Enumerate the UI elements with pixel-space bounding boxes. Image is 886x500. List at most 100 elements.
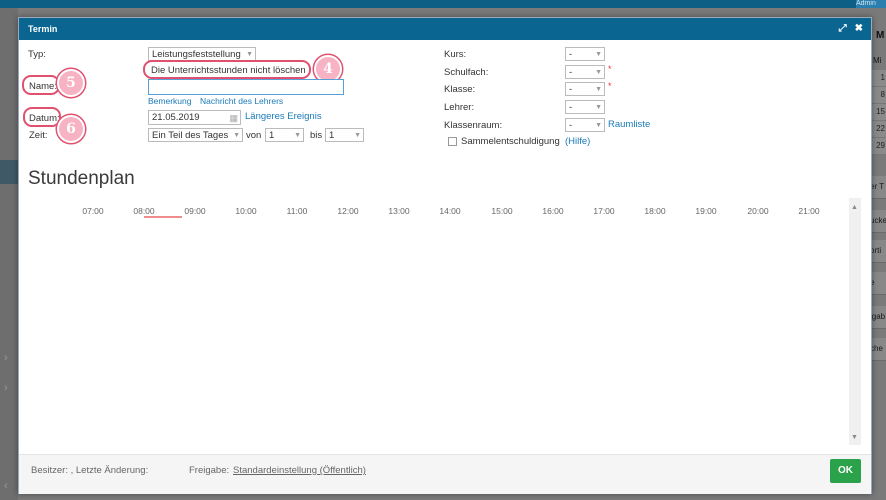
hour-label: 07:00 — [82, 206, 104, 216]
calendar-day[interactable]: 1 — [870, 70, 886, 87]
nachricht-link[interactable]: Nachricht des Lehrers — [200, 96, 283, 106]
chevron-down-icon: ▼ — [595, 86, 602, 93]
hour-label: 10:00 — [235, 206, 257, 216]
calendar-month-header: M — [876, 30, 885, 41]
hour-label: 15:00 — [491, 206, 513, 216]
admin-menu[interactable]: Admin — [856, 0, 886, 8]
zeit-select-value: Ein Teil des Tages — [152, 130, 229, 141]
hour-label: 19:00 — [695, 206, 717, 216]
bis-label: bis — [310, 130, 323, 141]
kurs-select-value: - — [569, 49, 573, 60]
schulfach-select[interactable]: - ▼ — [565, 65, 605, 79]
schulfach-label: Schulfach: — [444, 67, 489, 78]
stundenplan-timeline[interactable]: 07:00 08:00 09:00 10:00 11:00 12:00 13:0… — [28, 198, 861, 445]
von-select[interactable]: 1 ▼ — [265, 128, 304, 142]
chevron-down-icon: ▼ — [595, 69, 602, 76]
sammelentschuldigung-label: Sammelentschuldigung — [461, 136, 560, 147]
datum-input[interactable]: 21.05.2019 ▦ — [148, 110, 241, 125]
klasse-label: Klasse: — [444, 84, 476, 95]
side-menu-item[interactable]: er T — [870, 176, 886, 199]
hour-label: 13:00 — [388, 206, 410, 216]
hour-label: 12:00 — [337, 206, 359, 216]
hour-label: 11:00 — [286, 206, 308, 216]
klasse-select-value: - — [569, 84, 573, 95]
side-menu-item[interactable]: orti — [870, 240, 886, 263]
timeline-grid[interactable] — [28, 223, 848, 445]
typ-label: Typ: — [28, 49, 46, 60]
scroll-up-icon[interactable]: ▲ — [851, 204, 858, 211]
bis-select[interactable]: 1 ▼ — [325, 128, 364, 142]
lehrer-select[interactable]: - ▼ — [565, 100, 605, 114]
stundenplan-title: Stundenplan — [28, 168, 135, 189]
callout-highlight-4 — [143, 60, 311, 79]
chevron-right-icon[interactable]: › — [4, 382, 8, 394]
chevron-right-icon[interactable]: › — [4, 352, 8, 364]
close-icon[interactable]: ✖ — [855, 18, 863, 40]
langeres-ereignis-link[interactable]: Längeres Ereignis — [245, 111, 322, 122]
kurs-label: Kurs: — [444, 49, 467, 60]
dialog-title: Termin — [28, 24, 58, 34]
klasse-select[interactable]: - ▼ — [565, 82, 605, 96]
dialog-header: Termin ⤢ ✖ — [19, 18, 871, 40]
side-menu-item[interactable]: ucke — [870, 210, 886, 233]
kurs-select[interactable]: - ▼ — [565, 47, 605, 61]
hour-label: 08:00 — [133, 206, 155, 216]
klassenraum-select-value: - — [569, 120, 573, 131]
calendar-day[interactable]: 22 — [870, 121, 886, 138]
schulfach-select-value: - — [569, 67, 573, 78]
chevron-down-icon: ▼ — [595, 104, 602, 111]
hour-label: 18:00 — [644, 206, 666, 216]
lehrer-select-value: - — [569, 102, 573, 113]
klassenraum-label: Klassenraum: — [444, 120, 503, 131]
typ-select[interactable]: Leistungsfeststellung ▼ — [148, 47, 256, 61]
chevron-down-icon: ▼ — [233, 132, 240, 139]
callout-badge-6: 6 — [57, 115, 85, 143]
side-menu-item[interactable]: che — [870, 338, 886, 361]
callout-badge-5: 5 — [57, 69, 85, 97]
calendar-day[interactable]: 15 — [870, 104, 886, 121]
calendar-day[interactable]: 8 — [870, 87, 886, 104]
dialog-footer: Besitzer: , Letzte Änderung: Freigabe: S… — [19, 454, 871, 494]
hour-label: 16:00 — [542, 206, 564, 216]
hour-label: 14:00 — [439, 206, 461, 216]
ok-button[interactable]: OK — [830, 459, 861, 483]
chevron-left-icon[interactable]: ‹ — [4, 480, 8, 492]
timeline-scrollbar[interactable]: ▲ ▼ — [849, 198, 861, 445]
datum-value: 21.05.2019 — [152, 112, 200, 123]
chevron-down-icon: ▼ — [294, 132, 301, 139]
bemerkung-link[interactable]: Bemerkung — [148, 96, 191, 106]
owner-info: Besitzer: , Letzte Änderung: — [31, 465, 149, 476]
klassenraum-select[interactable]: - ▼ — [565, 118, 605, 132]
side-menu-item[interactable]: e — [870, 272, 886, 295]
zeit-label: Zeit: — [29, 130, 48, 141]
sammelentschuldigung-checkbox[interactable] — [448, 137, 457, 146]
von-label: von — [246, 130, 262, 141]
hour-label: 21:00 — [798, 206, 820, 216]
name-input[interactable] — [148, 79, 344, 95]
hour-label: 20:00 — [747, 206, 769, 216]
freigabe-link[interactable]: Standardeinstellung (Öffentlich) — [233, 465, 366, 476]
scroll-down-icon[interactable]: ▼ — [851, 434, 858, 441]
termin-dialog: Termin ⤢ ✖ Typ: Leistungsfeststellung ▼ … — [18, 17, 872, 494]
sidebar-active-block — [0, 160, 18, 184]
raumliste-link[interactable]: Raumliste — [608, 119, 650, 130]
von-select-value: 1 — [269, 130, 275, 141]
hilfe-link[interactable]: (Hilfe) — [565, 136, 590, 147]
mini-calendar: 1 8 15 22 29 — [870, 70, 886, 155]
expand-icon[interactable]: ⤢ — [839, 18, 847, 40]
calendar-icon[interactable]: ▦ — [229, 111, 238, 125]
chevron-down-icon: ▼ — [595, 122, 602, 129]
freigabe-label: Freigabe: — [189, 465, 230, 476]
chevron-down-icon: ▼ — [354, 132, 361, 139]
app-top-bar — [0, 0, 886, 8]
chevron-down-icon: ▼ — [595, 51, 602, 58]
calendar-day[interactable]: 29 — [870, 138, 886, 155]
side-menu-item[interactable]: igab — [870, 306, 886, 329]
lehrer-label: Lehrer: — [444, 102, 475, 113]
required-mark: * — [608, 81, 612, 91]
required-mark: * — [608, 64, 612, 74]
zeit-select[interactable]: Ein Teil des Tages ▼ — [148, 128, 243, 142]
typ-select-value: Leistungsfeststellung — [152, 49, 241, 60]
callout-highlight-6 — [23, 107, 61, 127]
callout-highlight-5 — [22, 75, 60, 95]
